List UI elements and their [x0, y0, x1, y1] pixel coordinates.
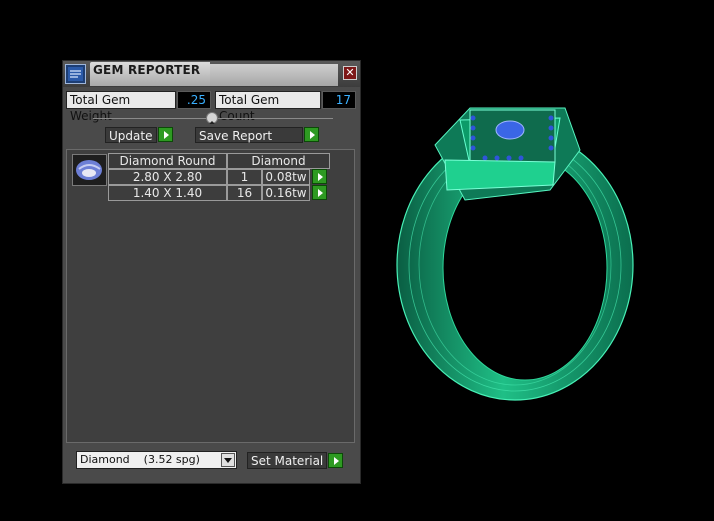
table-row-count: 1: [227, 169, 262, 185]
chevron-down-icon[interactable]: [221, 453, 235, 467]
ring-model-icon: [396, 107, 634, 401]
total-gem-count-label: Total Gem Count: [215, 91, 321, 123]
title-bar[interactable]: GEM REPORTER ✕: [63, 61, 360, 87]
set-material-button[interactable]: Set Material: [247, 452, 327, 469]
table-row-weight: 0.08tw: [262, 169, 310, 185]
total-gem-count-value: 17: [322, 91, 356, 109]
table-row-size: 1.40 X 1.40: [108, 185, 227, 201]
set-material-go-button[interactable]: [328, 453, 343, 468]
row-detail-button[interactable]: [312, 169, 327, 184]
table-row-size: 2.80 X 2.80: [108, 169, 227, 185]
title-tab-extension: [210, 64, 338, 86]
close-button[interactable]: ✕: [343, 66, 357, 80]
ring-3d-viewport[interactable]: [375, 90, 675, 410]
total-gem-weight-label: Total Gem Weight: [66, 91, 176, 123]
round-diamond-icon: [76, 160, 102, 180]
material-select-value: Diamond (3.52 spg): [80, 453, 200, 466]
close-icon: ✕: [345, 66, 355, 79]
gem-thumbnail[interactable]: [72, 154, 107, 186]
save-report-go-button[interactable]: [304, 127, 319, 142]
save-report-button[interactable]: Save Report: [195, 127, 303, 143]
table-row-weight: 0.16tw: [262, 185, 310, 201]
total-gem-weight-value: .25: [177, 91, 211, 109]
material-select[interactable]: Diamond (3.52 spg): [76, 451, 237, 469]
update-go-button[interactable]: [158, 127, 173, 142]
row-detail-button[interactable]: [312, 185, 327, 200]
window-title: GEM REPORTER: [93, 63, 201, 77]
gem-reporter-window: GEM REPORTER ✕ Total Gem Weight .25 Tota…: [62, 60, 361, 484]
table-header-shape: Diamond Round: [108, 153, 227, 169]
update-button[interactable]: Update: [105, 127, 157, 143]
collapse-toggle[interactable]: [206, 112, 218, 124]
table-row-count: 16: [227, 185, 262, 201]
table-header-material: Diamond: [227, 153, 330, 169]
gem-reporter-app-icon: [65, 64, 86, 84]
